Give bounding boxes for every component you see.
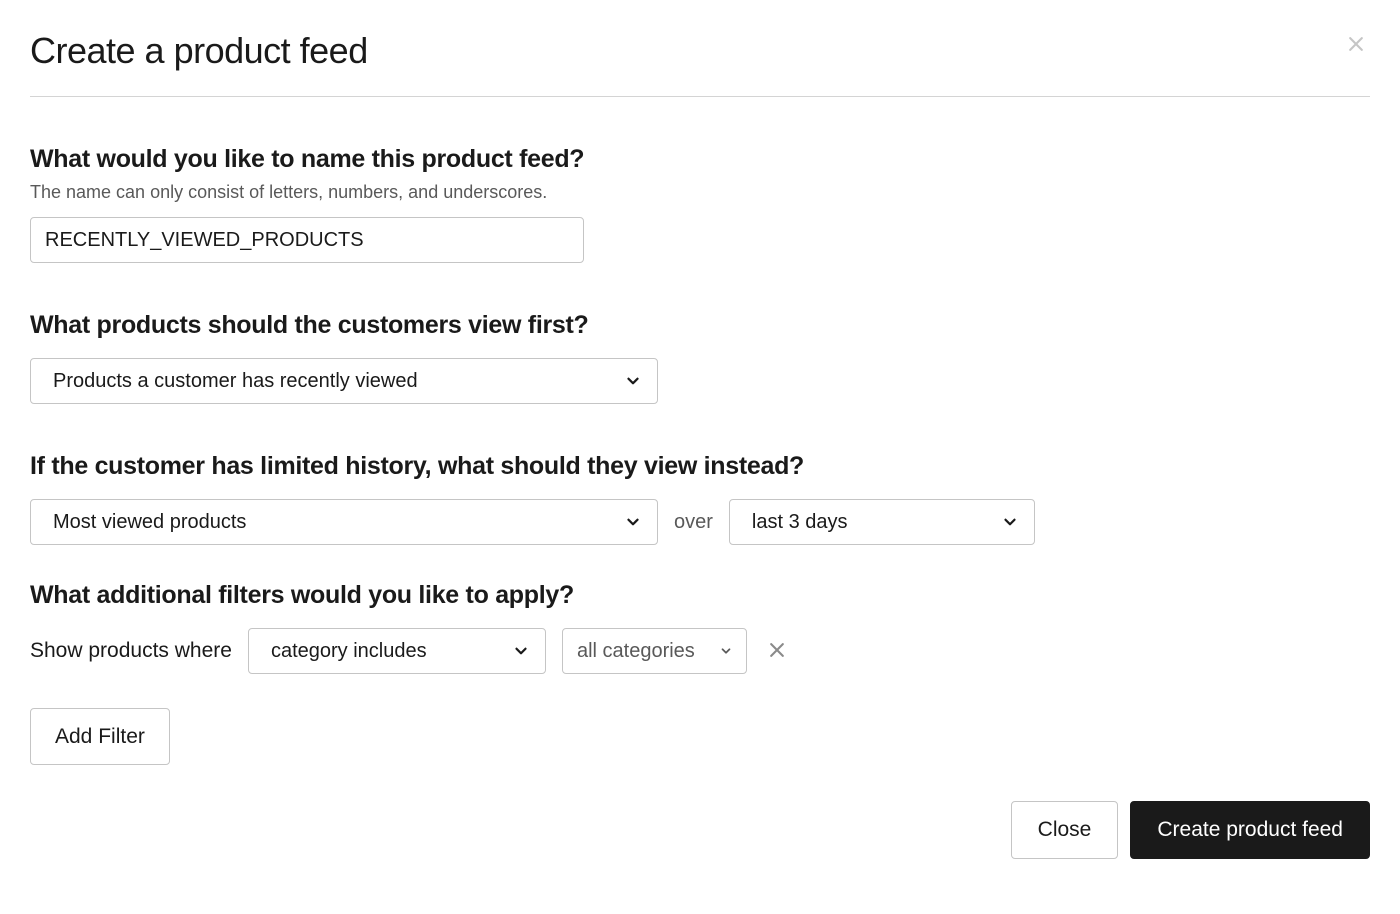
show-products-label: Show products where	[30, 639, 232, 663]
modal-footer: Close Create product feed	[30, 801, 1370, 859]
fallback-time-select-wrapper: last 3 days	[729, 499, 1035, 545]
filter-row: Show products where category includes al…	[30, 628, 1370, 674]
close-icon-button[interactable]	[1342, 30, 1370, 61]
filter-type-select[interactable]: category includes	[248, 628, 546, 674]
create-product-feed-button[interactable]: Create product feed	[1130, 801, 1370, 859]
filter-type-select-wrapper: category includes	[248, 628, 546, 674]
name-section-title: What would you like to name this product…	[30, 145, 1370, 174]
modal-header: Create a product feed	[30, 30, 1370, 97]
feed-name-input[interactable]	[30, 217, 584, 263]
view-first-title: What products should the customers view …	[30, 311, 1370, 340]
close-icon	[767, 640, 787, 663]
view-first-select-wrapper: Products a customer has recently viewed	[30, 358, 658, 404]
fallback-product-select[interactable]: Most viewed products	[30, 499, 658, 545]
over-label: over	[674, 511, 713, 534]
view-first-section: What products should the customers view …	[30, 311, 1370, 404]
name-section: What would you like to name this product…	[30, 145, 1370, 263]
remove-filter-button[interactable]	[763, 636, 791, 667]
filters-section: What additional filters would you like t…	[30, 581, 1370, 765]
filters-title: What additional filters would you like t…	[30, 581, 1370, 610]
close-button[interactable]: Close	[1011, 801, 1119, 859]
fallback-product-select-wrapper: Most viewed products	[30, 499, 658, 545]
fallback-title: If the customer has limited history, wha…	[30, 452, 1370, 481]
filter-value-select[interactable]: all categories	[562, 628, 747, 674]
view-first-select[interactable]: Products a customer has recently viewed	[30, 358, 658, 404]
fallback-time-select[interactable]: last 3 days	[729, 499, 1035, 545]
name-section-subtitle: The name can only consist of letters, nu…	[30, 182, 1370, 203]
filter-value-select-wrapper: all categories	[562, 628, 747, 674]
modal-title: Create a product feed	[30, 30, 368, 72]
add-filter-button[interactable]: Add Filter	[30, 708, 170, 765]
close-icon	[1346, 34, 1366, 57]
create-product-feed-modal: Create a product feed What would you lik…	[30, 30, 1370, 859]
fallback-section: If the customer has limited history, wha…	[30, 452, 1370, 545]
